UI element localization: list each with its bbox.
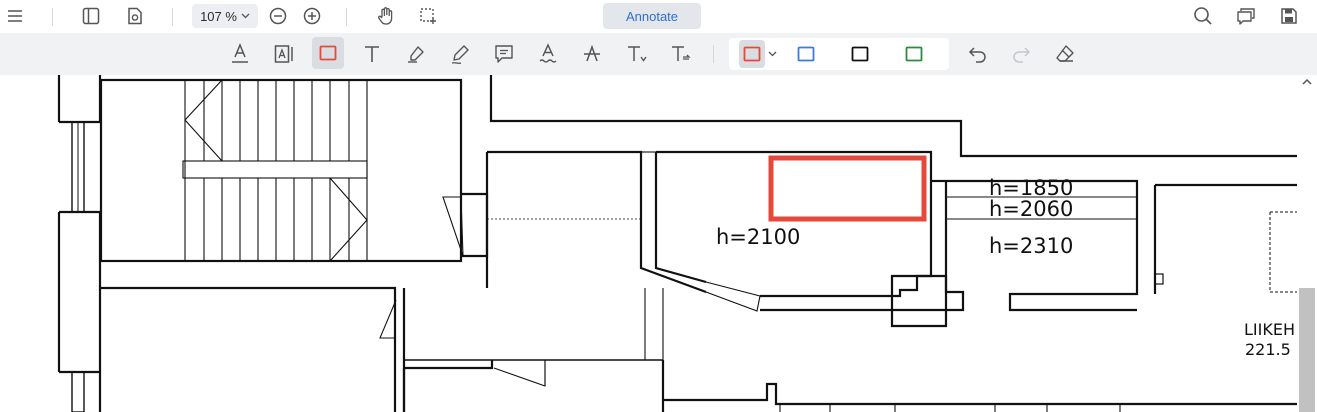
rectangle-annotation[interactable] xyxy=(768,155,927,222)
color-swatch-blue[interactable] xyxy=(793,42,819,66)
selected-color-swatch[interactable] xyxy=(739,40,765,68)
zoom-in-icon[interactable] xyxy=(301,5,323,27)
color-swatch-green[interactable] xyxy=(901,42,927,66)
toolbar-divider xyxy=(346,8,347,26)
replace-text-icon[interactable] xyxy=(668,39,694,69)
hand-tool-icon[interactable] xyxy=(374,4,398,28)
toolbar-divider xyxy=(172,8,173,26)
save-icon[interactable] xyxy=(1278,5,1300,27)
undo-icon[interactable] xyxy=(966,42,990,66)
chevron-down-icon xyxy=(241,13,250,19)
top-toolbar: 107 % Annotate xyxy=(0,0,1317,33)
height-label-2310: h=2310 xyxy=(989,234,1073,258)
annotate-button[interactable]: Annotate xyxy=(603,3,701,29)
strikethrough-icon[interactable] xyxy=(580,39,604,69)
shape-color-group xyxy=(729,38,949,70)
redo-icon[interactable] xyxy=(1009,42,1033,66)
menu-icon[interactable] xyxy=(4,5,26,27)
highlighter-icon[interactable] xyxy=(404,39,428,69)
height-label-2100: h=2100 xyxy=(716,225,800,249)
rectangle-tool[interactable] xyxy=(312,37,344,69)
floor-plan: h=2100 h=1850 h=2060 h=2310 LIIKEH 221.5 xyxy=(57,75,1297,412)
freehand-pen-icon[interactable] xyxy=(448,39,472,69)
text-underline-icon[interactable] xyxy=(229,39,251,69)
eraser-icon[interactable] xyxy=(1053,42,1077,66)
chevron-down-icon[interactable] xyxy=(766,46,778,62)
height-label-2060: h=2060 xyxy=(989,197,1073,221)
color-swatch-black[interactable] xyxy=(847,42,873,66)
squiggly-icon[interactable] xyxy=(536,39,560,69)
zoom-select[interactable]: 107 % xyxy=(192,4,258,28)
settings-document-icon[interactable] xyxy=(124,5,146,27)
zoom-out-icon[interactable] xyxy=(267,5,289,27)
selection-icon[interactable] xyxy=(417,5,439,27)
toolbar-divider xyxy=(713,45,714,63)
insert-text-icon[interactable] xyxy=(624,39,650,69)
document-canvas[interactable]: h=2100 h=1850 h=2060 h=2310 LIIKEH 221.5 xyxy=(0,75,1297,412)
rectangle-icon xyxy=(319,45,337,61)
comment-icon[interactable] xyxy=(492,39,516,69)
search-icon[interactable] xyxy=(1191,5,1215,27)
comments-icon[interactable] xyxy=(1234,5,1258,27)
zoom-value: 107 % xyxy=(200,8,237,24)
chevron-up-icon[interactable] xyxy=(1302,78,1312,85)
annotation-toolbar xyxy=(0,33,1317,75)
text-area-icon[interactable] xyxy=(272,39,296,69)
room-name-label: LIIKEH xyxy=(1244,320,1295,339)
sidebar-icon[interactable] xyxy=(80,5,102,27)
toolbar-divider xyxy=(52,8,53,26)
text-icon[interactable] xyxy=(360,39,384,69)
room-area-label: 221.5 xyxy=(1245,340,1291,359)
scrollbar-thumb[interactable] xyxy=(1299,288,1315,412)
color-swatch-red xyxy=(743,46,761,62)
